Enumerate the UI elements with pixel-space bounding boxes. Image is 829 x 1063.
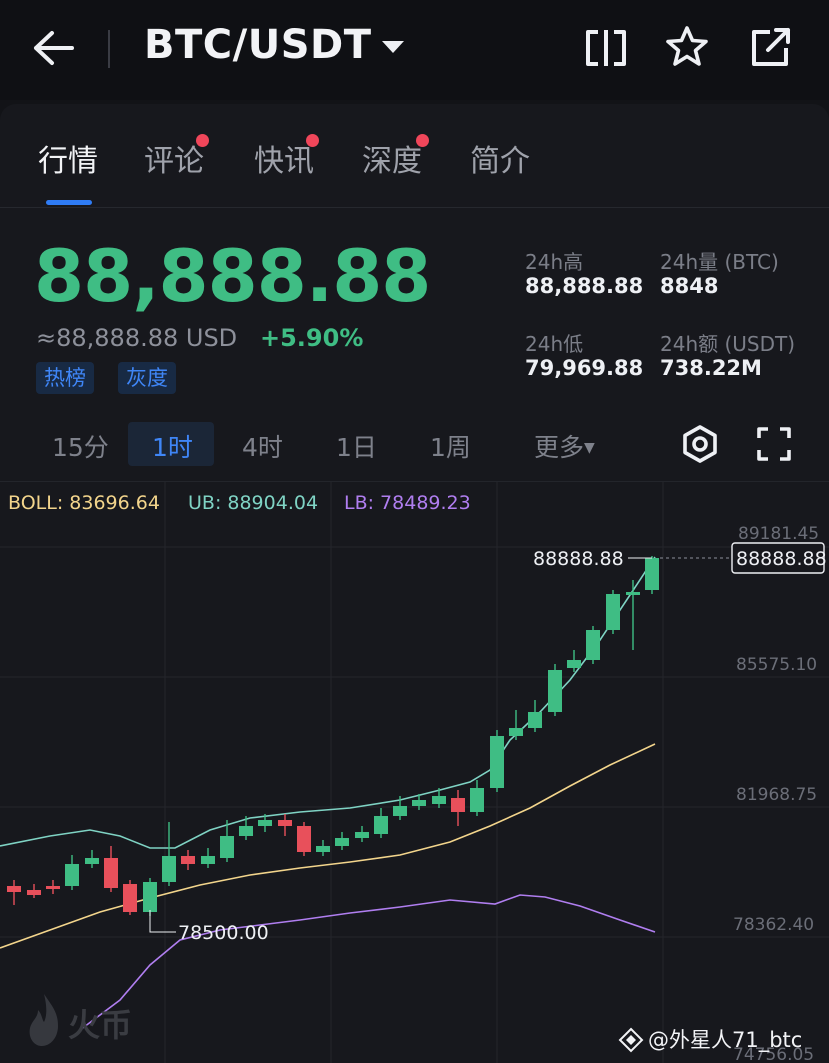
- tabs-divider: [0, 207, 829, 208]
- badge-grayscale[interactable]: 灰度: [118, 362, 176, 394]
- back-arrow-icon[interactable]: [30, 28, 76, 68]
- volume-label: 24h量 (BTC): [660, 250, 779, 274]
- candle-body: [258, 820, 272, 826]
- boll-value: BOLL: 83696.64: [8, 492, 160, 514]
- amount-value: 738.22M: [660, 356, 762, 380]
- candle-body: [65, 864, 79, 886]
- star-icon[interactable]: [664, 24, 710, 70]
- tab-news-dot: [306, 134, 319, 147]
- candle-body: [606, 594, 620, 630]
- y-tick-4: 78362.40: [733, 915, 814, 935]
- candle-body: [104, 858, 118, 888]
- candle-body: [490, 736, 504, 788]
- candle-body: [27, 890, 41, 895]
- candle-body: [626, 592, 640, 595]
- last-price-tag: 88888.88: [736, 548, 827, 570]
- high-value: 88,888.88: [525, 274, 644, 298]
- tab-comments[interactable]: 评论: [144, 136, 204, 180]
- candle-body: [355, 832, 369, 838]
- candle-body: [181, 856, 195, 864]
- tab-active-indicator: [46, 200, 92, 205]
- candle-body: [586, 630, 600, 660]
- candle-body: [123, 884, 137, 912]
- boll-lower-line: [79, 894, 656, 1031]
- interval-1d[interactable]: 1日: [336, 428, 377, 464]
- tab-depth[interactable]: 深度: [362, 136, 422, 180]
- max-price-label: 88888.88: [533, 548, 624, 570]
- candle-body: [645, 558, 659, 590]
- more-caret-icon: ▼: [584, 440, 595, 456]
- volume-value: 8848: [660, 274, 719, 298]
- candle-body: [335, 838, 349, 846]
- interval-15m[interactable]: 15分: [52, 428, 109, 464]
- huobi-logo-watermark: 火币: [29, 994, 132, 1046]
- candle-body: [85, 858, 99, 864]
- y-tick-2: 85575.10: [736, 655, 817, 675]
- pair-title[interactable]: BTC/USDT: [144, 22, 372, 68]
- min-price-label: 78500.00: [178, 922, 269, 944]
- logo-text: 火币: [68, 1006, 132, 1044]
- kline-chart[interactable]: 89181.45 85575.10 81968.75 78362.40 7475…: [0, 482, 829, 1063]
- high-label: 24h高: [525, 250, 584, 274]
- interval-4h[interactable]: 4时: [242, 428, 283, 464]
- watermark-user: @外星人71_btc: [648, 1028, 803, 1052]
- fullscreen-icon[interactable]: [756, 426, 792, 462]
- share-icon[interactable]: [748, 26, 794, 70]
- ub-value: UB: 88904.04: [188, 492, 319, 514]
- candle-body: [239, 826, 253, 836]
- diamond-icon: [618, 1027, 644, 1053]
- grid: [0, 482, 829, 1063]
- candle-body: [451, 798, 465, 812]
- candle-body: [46, 886, 60, 889]
- candle-body: [393, 806, 407, 816]
- tab-depth-dot: [416, 134, 429, 147]
- interval-1w[interactable]: 1周: [430, 428, 471, 464]
- candle-body: [297, 826, 311, 852]
- amount-label: 24h额 (USDT): [660, 332, 796, 356]
- candle-body: [432, 796, 446, 804]
- tab-news[interactable]: 快讯: [254, 136, 314, 180]
- interval-1h[interactable]: 1时: [152, 428, 193, 464]
- low-value: 79,969.88: [525, 356, 644, 380]
- tab-market[interactable]: 行情: [38, 136, 98, 180]
- header-divider: [108, 30, 110, 68]
- tab-comments-dot: [196, 134, 209, 147]
- candle-body: [412, 800, 426, 806]
- low-label: 24h低: [525, 332, 584, 356]
- min-price-marker: 78500.00: [149, 910, 269, 944]
- candle-body: [201, 856, 215, 864]
- candle-body: [374, 816, 388, 834]
- y-tick-1: 89181.45: [738, 524, 819, 544]
- settings-icon[interactable]: [680, 424, 720, 464]
- usd-price: ≈88,888.88 USD: [36, 324, 238, 352]
- tab-intro[interactable]: 简介: [470, 136, 530, 180]
- candle-body: [7, 886, 21, 892]
- candle-body: [548, 670, 562, 712]
- badge-hot[interactable]: 热榜: [36, 362, 94, 394]
- candle-body: [470, 788, 484, 812]
- interval-more[interactable]: 更多▼: [534, 428, 595, 464]
- candles: [7, 556, 659, 916]
- price-change: +5.90%: [260, 324, 364, 352]
- split-screen-icon[interactable]: [582, 26, 630, 70]
- candle-body: [567, 660, 581, 668]
- y-tick-3: 81968.75: [736, 785, 817, 805]
- last-price: 88,888.88: [34, 234, 431, 318]
- max-price-marker: 88888.88: [533, 548, 652, 570]
- interval-more-label: 更多: [534, 433, 585, 462]
- candle-body: [528, 712, 542, 728]
- caret-down-icon[interactable]: [380, 38, 406, 56]
- candle-body: [278, 820, 292, 826]
- candle-body: [162, 856, 176, 882]
- lb-value: LB: 78489.23: [344, 492, 471, 514]
- candle-body: [220, 836, 234, 858]
- candle-body: [143, 882, 157, 912]
- candle-body: [509, 728, 523, 736]
- candle-body: [316, 846, 330, 852]
